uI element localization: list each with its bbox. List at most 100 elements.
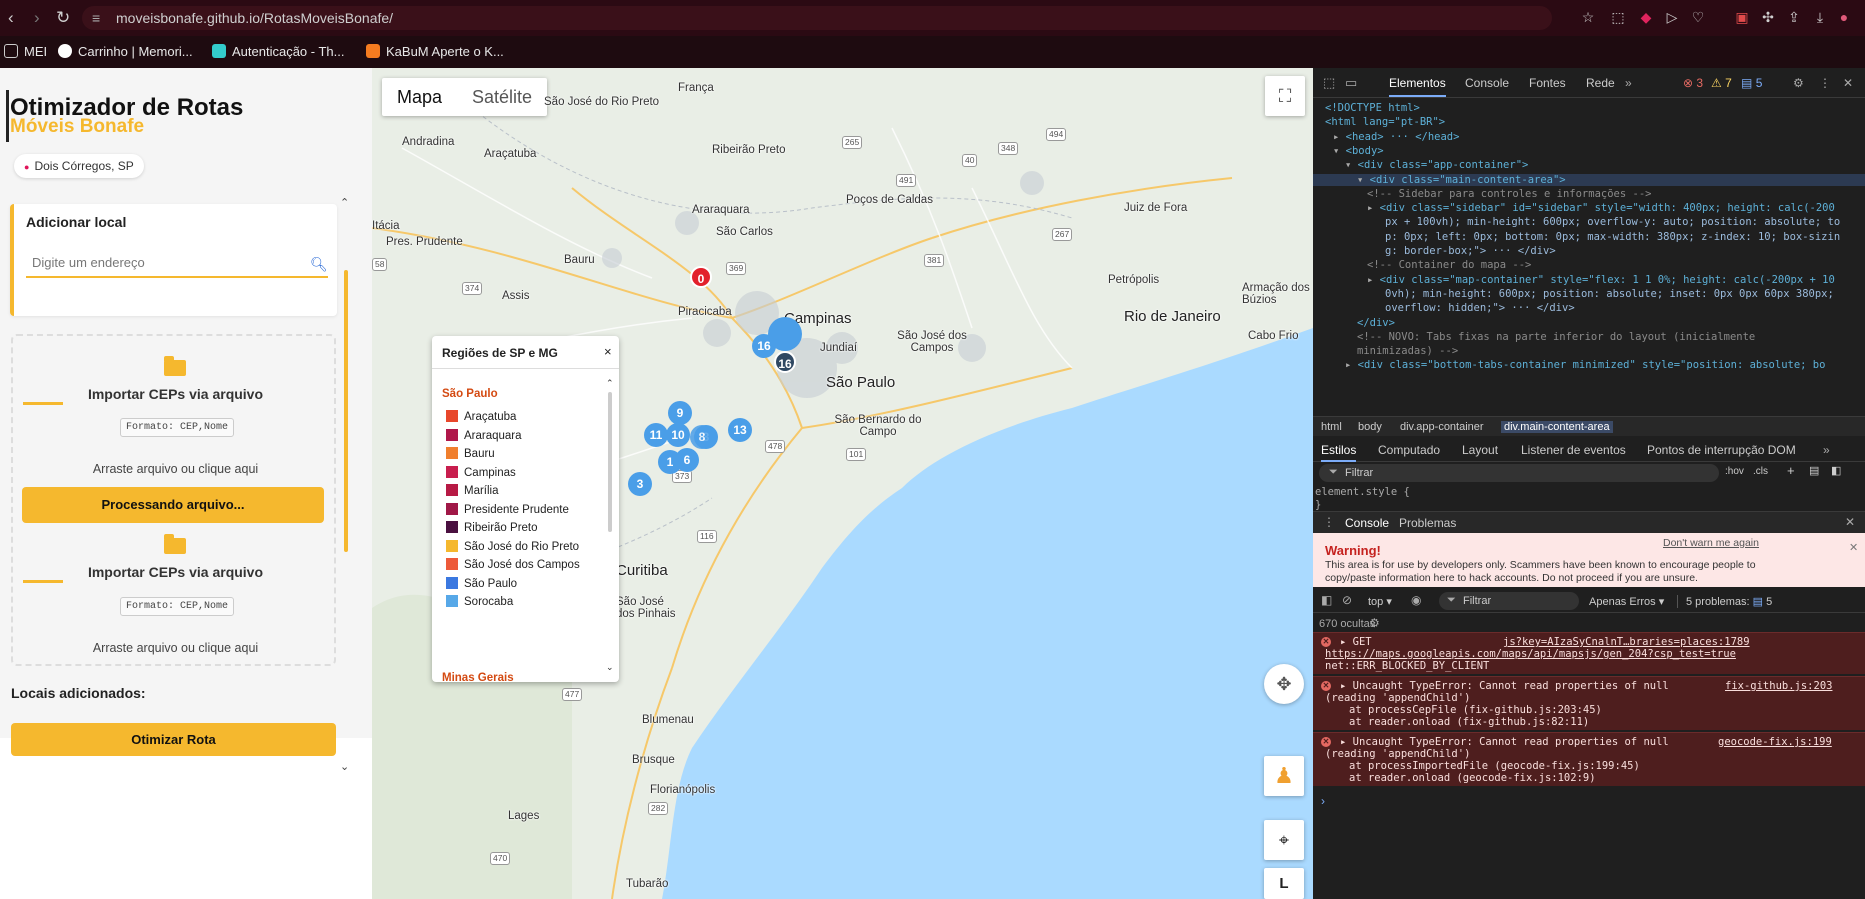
- expand-toggle-icon[interactable]: ▸: [1333, 131, 1346, 143]
- back-icon[interactable]: ‹: [8, 8, 14, 28]
- dom-node-line[interactable]: <!-- Container do mapa -->: [1367, 259, 1531, 271]
- tab-fontes[interactable]: Fontes: [1529, 76, 1566, 90]
- scroll-down-icon[interactable]: ⌄: [340, 760, 349, 773]
- error-url[interactable]: https://maps.googleapis.com/maps/api/map…: [1325, 648, 1736, 660]
- dom-node-line[interactable]: px + 100vh); min-height: 600px; overflow…: [1385, 216, 1840, 228]
- dom-node-line[interactable]: ▸ <div class="bottom-tabs-container mini…: [1345, 359, 1825, 371]
- console-filter-input[interactable]: ⏷ Filtrar: [1439, 592, 1579, 610]
- more-tabs-icon[interactable]: »: [1625, 76, 1632, 90]
- console-prompt-icon[interactable]: ›: [1321, 794, 1325, 808]
- error-count[interactable]: ⊗ 3: [1683, 76, 1703, 90]
- settings-icon[interactable]: ⚙: [1793, 76, 1804, 90]
- marker-cluster[interactable]: 11: [644, 423, 668, 447]
- search-icon[interactable]: 🔍︎: [310, 256, 328, 273]
- dom-node-line[interactable]: minimizadas) -->: [1357, 345, 1458, 357]
- add-rule-icon[interactable]: +: [1787, 463, 1795, 478]
- close-icon[interactable]: ×: [604, 344, 612, 359]
- legend-scrollbar[interactable]: [608, 392, 612, 532]
- dom-node-line[interactable]: </div>: [1357, 317, 1395, 329]
- marker-cluster[interactable]: 6: [675, 448, 699, 472]
- map[interactable]: Mapa Satélite ⛶ França São José do Rio P…: [372, 68, 1313, 899]
- inspect-icon[interactable]: ⬚: [1323, 75, 1335, 91]
- play-icon[interactable]: ▷: [1664, 9, 1680, 25]
- console-error-row[interactable]: ✕ ▸ Uncaught TypeError: Cannot read prop…: [1313, 676, 1865, 730]
- device-toggle-icon[interactable]: ▭: [1345, 75, 1357, 91]
- bookmark-carrinho[interactable]: Carrinho | Memori...: [58, 44, 193, 59]
- crumb-body[interactable]: body: [1358, 421, 1382, 433]
- bookmark-autenticacao[interactable]: Autenticação - Th...: [212, 44, 345, 59]
- location-pin-icon[interactable]: ⌖: [1264, 820, 1304, 860]
- cls-toggle[interactable]: .cls: [1753, 466, 1768, 477]
- tab-computado[interactable]: Computado: [1378, 443, 1440, 457]
- stack-frame[interactable]: at reader.onload (geocode-fix.js:102:9): [1349, 772, 1596, 784]
- expand-toggle-icon[interactable]: ▸: [1345, 359, 1358, 371]
- dom-node-line[interactable]: ▸ <div class="sidebar" id="sidebar" styl…: [1367, 202, 1835, 214]
- dom-tree[interactable]: <!DOCTYPE html> <html lang="pt-BR"> ▸ <hea…: [1313, 98, 1865, 416]
- problems-count[interactable]: 5 problemas: ▤ 5: [1677, 595, 1772, 608]
- marker-cluster[interactable]: 16: [774, 351, 796, 373]
- close-drawer-icon[interactable]: ✕: [1845, 515, 1855, 529]
- scroll-up-icon[interactable]: ⌃: [340, 196, 349, 209]
- clear-console-icon[interactable]: ⊘: [1342, 593, 1352, 607]
- tab-breakpoints[interactable]: Pontos de interrupção DOM: [1647, 443, 1796, 457]
- tab-rede[interactable]: Rede: [1586, 76, 1615, 90]
- bookmark-mei[interactable]: MEI: [4, 44, 47, 59]
- optimize-route-button[interactable]: Otimizar Rota: [11, 723, 336, 756]
- error-source-link[interactable]: fix-github.js:203: [1725, 680, 1832, 692]
- stack-frame[interactable]: at processImportedFile (geocode-fix.js:1…: [1349, 760, 1640, 772]
- log-levels-select[interactable]: Apenas Erros ▾: [1589, 595, 1664, 608]
- expand-toggle-icon[interactable]: ▸: [1367, 274, 1380, 286]
- address-bar[interactable]: ≡ moveisbonafe.github.io/RotasMoveisBona…: [82, 6, 1552, 30]
- more-options-icon[interactable]: ⋮: [1819, 76, 1831, 90]
- paint-icon[interactable]: ▤: [1809, 464, 1819, 477]
- console-error-row[interactable]: ✕ ▸ Uncaught TypeError: Cannot read prop…: [1313, 732, 1865, 786]
- download-icon[interactable]: ⤓: [1812, 9, 1828, 25]
- more-panels-icon[interactable]: »: [1823, 443, 1830, 457]
- expand-toggle-icon[interactable]: ▸: [1367, 202, 1380, 214]
- sidebar-scrollbar[interactable]: [344, 270, 348, 552]
- profile-icon[interactable]: ●: [1836, 9, 1852, 25]
- warning-count[interactable]: ⚠ 7: [1711, 76, 1732, 90]
- error-source-link[interactable]: js?key=AIzaSyCnalnT…braries=places:1789: [1503, 636, 1750, 648]
- crumb-main-content-area[interactable]: div.main-content-area: [1501, 421, 1613, 433]
- console-settings-icon[interactable]: ⚙: [1369, 616, 1380, 630]
- dom-node-line[interactable]: ▸ <head> ··· </head>: [1333, 131, 1459, 143]
- dom-node-line[interactable]: <!-- Sidebar para controles e informaçõe…: [1367, 188, 1651, 200]
- marker-cluster[interactable]: 3: [628, 472, 652, 496]
- drawer-menu-icon[interactable]: ⋮: [1323, 515, 1335, 529]
- tab-elementos[interactable]: Elementos: [1389, 76, 1446, 97]
- marker-cluster[interactable]: 13: [728, 418, 752, 442]
- tab-listener[interactable]: Listener de eventos: [1521, 443, 1626, 457]
- marker-cluster[interactable]: 9: [668, 401, 692, 425]
- dom-node-line[interactable]: g: border-box;"> ··· </div>: [1385, 245, 1556, 257]
- dom-node-line[interactable]: ▾ <div class="main-content-area">: [1313, 173, 1865, 186]
- hov-toggle[interactable]: :hov: [1725, 466, 1744, 477]
- dont-warn-link[interactable]: Don't warn me again: [1663, 537, 1759, 549]
- tab-mapa[interactable]: Mapa: [382, 78, 457, 116]
- stack-frame[interactable]: at processCepFile (fix-github.js:203:45): [1349, 704, 1602, 716]
- forward-icon[interactable]: ›: [34, 8, 40, 28]
- eye-icon[interactable]: ◉: [1411, 593, 1421, 607]
- expand-toggle-icon[interactable]: ▾: [1345, 159, 1358, 171]
- pocket-icon[interactable]: ◆: [1638, 9, 1654, 25]
- tab-estilos[interactable]: Estilos: [1321, 443, 1357, 462]
- dom-node-line[interactable]: ▾ <body>: [1333, 145, 1384, 157]
- crumb-html[interactable]: html: [1321, 421, 1342, 433]
- drawer-tab-problemas[interactable]: Problemas: [1399, 516, 1456, 530]
- dom-node-line[interactable]: ▸ <div class="map-container" style="flex…: [1367, 274, 1835, 286]
- site-info-icon[interactable]: ≡: [92, 10, 100, 26]
- context-select[interactable]: top ▾: [1368, 595, 1392, 608]
- element-style-rule[interactable]: element.style {: [1315, 486, 1410, 498]
- console-sidebar-icon[interactable]: ◧: [1321, 593, 1332, 607]
- bookmark-kabum[interactable]: KaBuM Aperte o K...: [366, 44, 504, 59]
- marker-cluster[interactable]: 8: [690, 425, 714, 449]
- dom-node-line[interactable]: 0vh); min-height: 600px; position: absol…: [1385, 288, 1834, 300]
- dom-node-line[interactable]: ▾ <div class="app-container">: [1345, 159, 1528, 171]
- expand-toggle-icon[interactable]: ▾: [1357, 174, 1370, 186]
- dom-node-line[interactable]: <html lang="pt-BR">: [1325, 116, 1445, 128]
- layer-button[interactable]: L: [1264, 868, 1304, 899]
- bookmark-star-icon[interactable]: ☆: [1580, 9, 1596, 25]
- styles-filter-input[interactable]: ⏷ Filtrar: [1319, 464, 1719, 482]
- expand-toggle-icon[interactable]: ▾: [1333, 145, 1346, 157]
- pan-control-icon[interactable]: ✥: [1264, 664, 1304, 704]
